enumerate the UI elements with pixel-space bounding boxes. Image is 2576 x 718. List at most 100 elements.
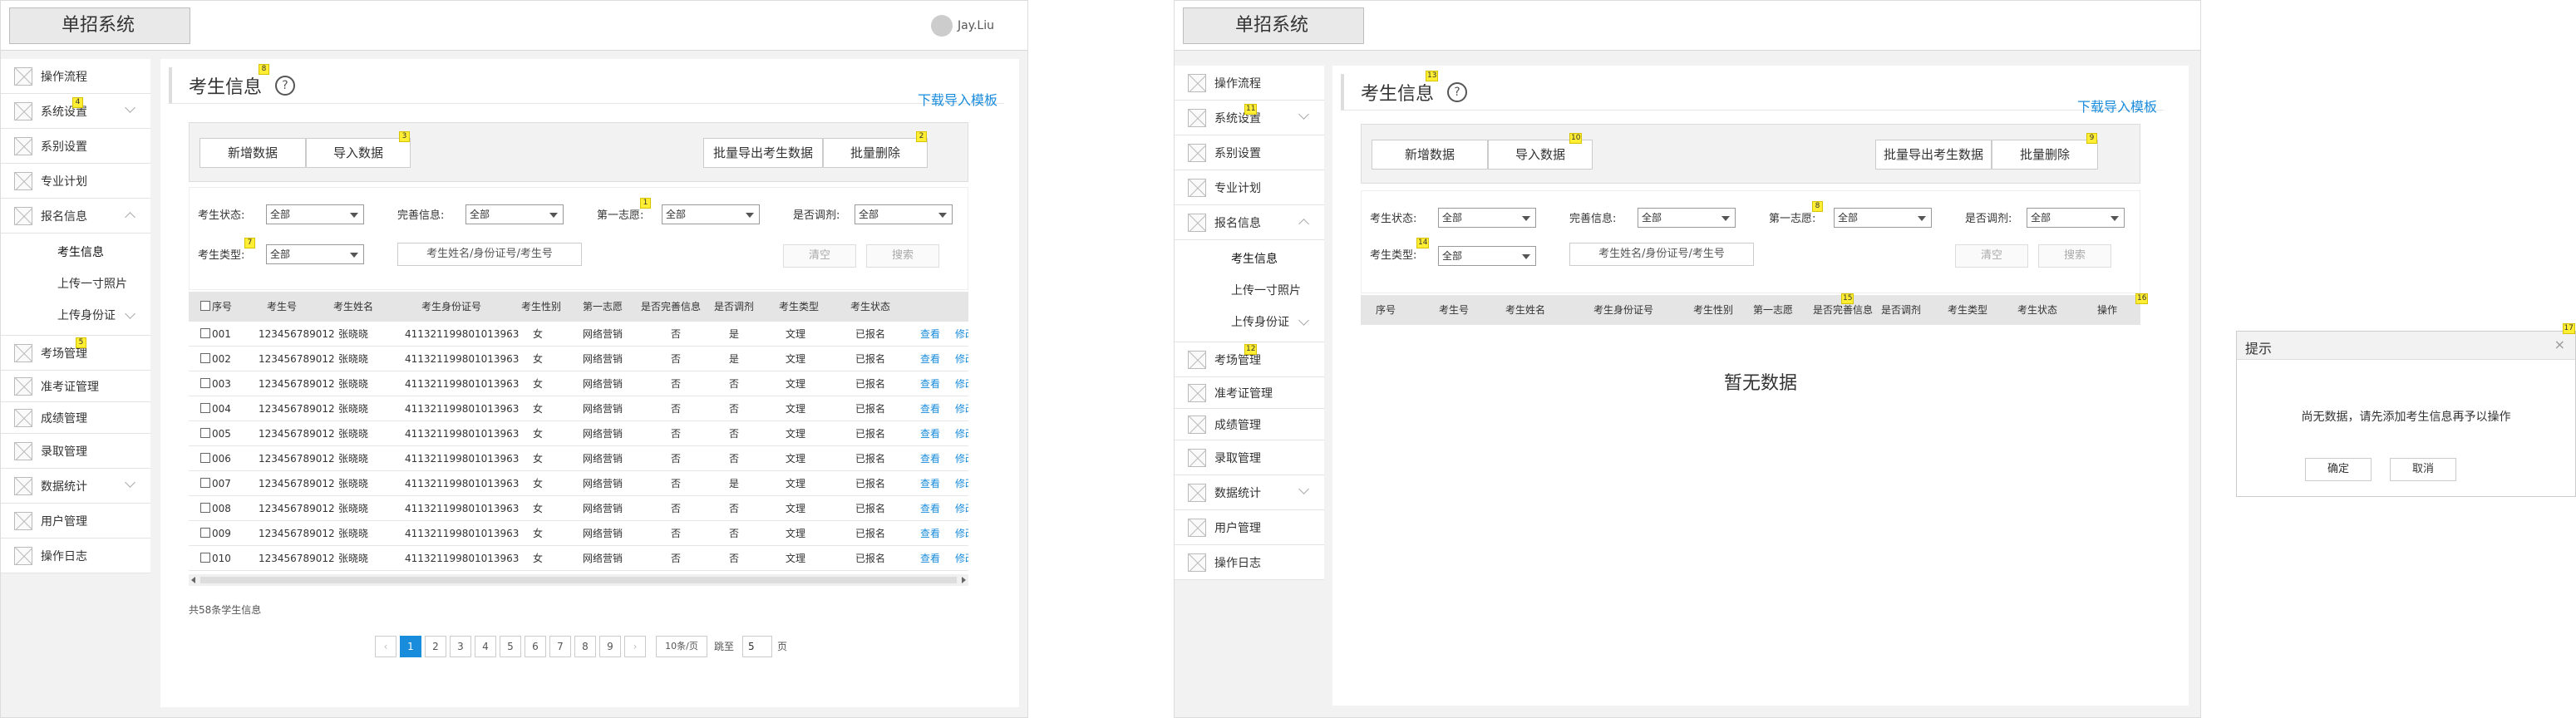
view-link[interactable]: 查看 (920, 347, 940, 371)
download-template-link[interactable]: 下载导入模板 (2077, 96, 2157, 116)
edit-link[interactable]: 修改 (955, 446, 968, 471)
sidebar-item-users[interactable]: 用户管理 (1175, 510, 1324, 545)
status-filter-select[interactable]: 全部 (266, 204, 364, 224)
subitem-student-info[interactable]: 考生信息 (1, 237, 150, 268)
row-checkbox[interactable] (200, 453, 210, 463)
first-choice-filter-select[interactable]: 全部 (1834, 208, 1932, 228)
sidebar-item-department[interactable]: 系别设置 (1175, 135, 1324, 170)
horizontal-scrollbar[interactable] (189, 574, 968, 586)
scroll-left-icon[interactable] (191, 577, 195, 583)
page-button[interactable]: 2 (425, 636, 446, 657)
edit-link[interactable]: 修改 (955, 396, 968, 421)
sidebar-item-users[interactable]: 用户管理 (1, 504, 150, 538)
sidebar-item-registration[interactable]: 报名信息 (1175, 205, 1324, 240)
next-page-button[interactable]: › (624, 636, 646, 657)
sidebar-item-major-plan[interactable]: 专业计划 (1, 164, 150, 199)
download-template-link[interactable]: 下载导入模板 (918, 89, 997, 109)
import-data-button[interactable]: 导入数据 (1488, 140, 1593, 170)
subitem-student-info[interactable]: 考生信息 (1175, 243, 1324, 275)
cancel-button[interactable]: 取消 (2390, 458, 2456, 481)
page-button[interactable]: 5 (500, 636, 521, 657)
sidebar-item-exam-room[interactable]: 考场管理 12 (1175, 342, 1324, 377)
export-button[interactable]: 批量导出考生数据 (1875, 140, 1992, 170)
subitem-upload-photo[interactable]: 上传一寸照片 (1, 268, 150, 300)
row-checkbox[interactable] (200, 503, 210, 513)
page-button[interactable]: 3 (450, 636, 471, 657)
search-input[interactable]: 考生姓名/身份证号/考生号 (397, 243, 582, 266)
export-button[interactable]: 批量导出考生数据 (703, 138, 823, 168)
edit-link[interactable]: 修改 (955, 347, 968, 371)
search-button[interactable]: 搜索 (866, 244, 939, 268)
search-input[interactable]: 考生姓名/身份证号/考生号 (1569, 243, 1754, 266)
batch-delete-button[interactable]: 批量删除 (1992, 140, 2098, 170)
first-choice-filter-select[interactable]: 全部 (662, 204, 760, 224)
sidebar-item-enrollment[interactable]: 录取管理 (1, 434, 150, 469)
jump-page-input[interactable]: 5 (742, 636, 772, 657)
select-all-checkbox[interactable] (200, 301, 210, 311)
subitem-upload-idcard[interactable]: 上传身份证 (1, 300, 150, 332)
sidebar-item-process[interactable]: 操作流程 (1175, 66, 1324, 101)
view-link[interactable]: 查看 (920, 446, 940, 471)
type-filter-select[interactable]: 全部 (1438, 246, 1536, 266)
help-icon[interactable]: ? (275, 76, 295, 96)
type-filter-select[interactable]: 全部 (266, 244, 364, 264)
edit-link[interactable]: 修改 (955, 471, 968, 496)
add-data-button[interactable]: 新增数据 (1372, 140, 1488, 170)
page-button[interactable]: 6 (525, 636, 546, 657)
add-data-button[interactable]: 新增数据 (199, 138, 306, 168)
row-checkbox[interactable] (200, 528, 210, 538)
edit-link[interactable]: 修改 (955, 496, 968, 521)
prev-page-button[interactable]: ‹ (375, 636, 396, 657)
scroll-right-icon[interactable] (962, 577, 966, 583)
page-button[interactable]: 4 (475, 636, 496, 657)
view-link[interactable]: 查看 (920, 371, 940, 396)
complete-filter-select[interactable]: 全部 (465, 204, 564, 224)
edit-link[interactable]: 修改 (955, 421, 968, 446)
sidebar-item-system-settings[interactable]: 系统设置 11 (1175, 101, 1324, 135)
sidebar-item-major-plan[interactable]: 专业计划 (1175, 170, 1324, 205)
sidebar-item-logs[interactable]: 操作日志 (1, 538, 150, 573)
row-checkbox[interactable] (200, 378, 210, 388)
complete-filter-select[interactable]: 全部 (1638, 208, 1736, 228)
row-checkbox[interactable] (200, 328, 210, 338)
sidebar-item-system-settings[interactable]: 系统设置 4 (1, 94, 150, 129)
sidebar-item-scores[interactable]: 成绩管理 (1175, 409, 1324, 440)
sidebar-item-admission-ticket[interactable]: 准考证管理 (1, 371, 150, 402)
user-menu[interactable]: Jay.Liu (930, 14, 994, 37)
clear-button[interactable]: 清空 (1955, 244, 2028, 268)
edit-link[interactable]: 修改 (955, 521, 968, 546)
status-filter-select[interactable]: 全部 (1438, 208, 1536, 228)
clear-button[interactable]: 清空 (783, 244, 856, 268)
sidebar-item-statistics[interactable]: 数据统计 (1175, 475, 1324, 510)
column-header[interactable]: 序号 (200, 292, 232, 322)
view-link[interactable]: 查看 (920, 421, 940, 446)
view-link[interactable]: 查看 (920, 546, 940, 571)
row-checkbox[interactable] (200, 353, 210, 363)
subitem-upload-idcard[interactable]: 上传身份证 (1175, 307, 1324, 338)
page-button[interactable]: 9 (599, 636, 621, 657)
subitem-upload-photo[interactable]: 上传一寸照片 (1175, 275, 1324, 307)
close-icon[interactable]: × (2554, 337, 2565, 352)
view-link[interactable]: 查看 (920, 521, 940, 546)
sidebar-item-exam-room[interactable]: 考场管理 5 (1, 336, 150, 371)
page-button[interactable]: 8 (574, 636, 596, 657)
sidebar-item-scores[interactable]: 成绩管理 (1, 402, 150, 434)
row-checkbox[interactable] (200, 553, 210, 563)
edit-link[interactable]: 修改 (955, 371, 968, 396)
adjust-filter-select[interactable]: 全部 (2027, 208, 2125, 228)
view-link[interactable]: 查看 (920, 322, 940, 347)
edit-link[interactable]: 修改 (955, 546, 968, 571)
page-button[interactable]: 1 (400, 636, 421, 657)
sidebar-item-logs[interactable]: 操作日志 (1175, 545, 1324, 580)
scroll-thumb[interactable] (200, 577, 957, 583)
view-link[interactable]: 查看 (920, 396, 940, 421)
page-button[interactable]: 7 (549, 636, 571, 657)
confirm-button[interactable]: 确定 (2305, 458, 2372, 481)
sidebar-item-registration[interactable]: 报名信息 (1, 199, 150, 234)
sidebar-item-process[interactable]: 操作流程 (1, 59, 150, 94)
sidebar-item-enrollment[interactable]: 录取管理 (1175, 440, 1324, 475)
search-button[interactable]: 搜索 (2038, 244, 2111, 268)
row-checkbox[interactable] (200, 478, 210, 488)
sidebar-item-admission-ticket[interactable]: 准考证管理 (1175, 377, 1324, 409)
import-data-button[interactable]: 导入数据 (306, 138, 411, 168)
